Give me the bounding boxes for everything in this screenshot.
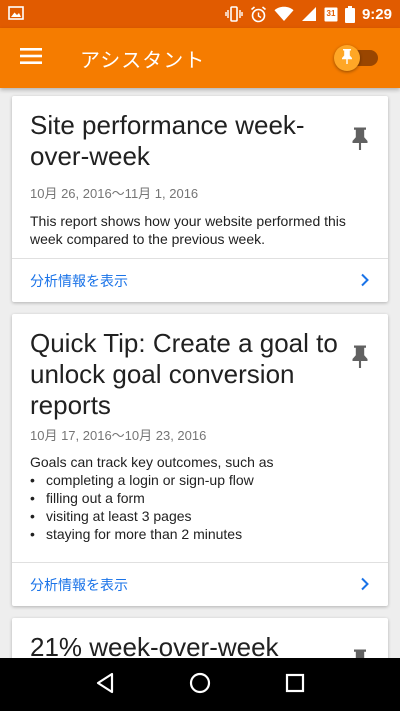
- card-date-range: 10月 26, 2016〜11月 1, 2016: [30, 186, 199, 201]
- card-description: Goals can track key outcomes, such as co…: [30, 453, 370, 543]
- system-navigation-bar: [0, 658, 400, 711]
- signal-icon: [301, 6, 317, 22]
- card-date-range: 10月 17, 2016〜10月 23, 2016: [30, 428, 207, 443]
- card-title: Quick Tip: Create a goal to unlock goal …: [30, 328, 338, 420]
- calendar-badge-date: 31: [326, 9, 336, 18]
- tip-bullet-list: completing a login or sign-up flow filli…: [30, 471, 370, 543]
- insight-card: Site performance week-over-week 10月 26, …: [12, 96, 388, 302]
- insight-card: Quick Tip: Create a goal to unlock goal …: [12, 314, 388, 606]
- pin-card-button[interactable]: [350, 344, 370, 368]
- card-title: Site performance week-over-week: [30, 110, 305, 171]
- card-body-intro: Goals can track key outcomes, such as: [30, 454, 274, 470]
- gallery-notification-icon: [8, 5, 24, 24]
- home-circle-icon: [189, 672, 211, 698]
- pin-card-button[interactable]: [350, 126, 370, 150]
- insights-feed[interactable]: Site performance week-over-week 10月 26, …: [0, 88, 400, 658]
- menu-button[interactable]: [0, 28, 62, 88]
- pin-icon: [341, 48, 353, 68]
- recents-square-icon: [285, 673, 305, 697]
- pin-card-button[interactable]: [350, 648, 370, 658]
- card-description: This report shows how your website perfo…: [30, 213, 346, 247]
- status-bar: 31 9:29: [0, 0, 400, 28]
- pin-icon: [350, 345, 370, 372]
- view-insight-label: 分析情報を表示: [30, 578, 128, 594]
- vibrate-icon: [225, 6, 243, 22]
- list-item: completing a login or sign-up flow: [30, 471, 370, 489]
- list-item: visiting at least 3 pages: [30, 507, 370, 525]
- chevron-right-icon: [360, 576, 370, 595]
- pinned-filter-toggle[interactable]: [334, 45, 380, 71]
- card-title: 21% week-over-week: [30, 632, 279, 658]
- back-button[interactable]: [85, 665, 125, 705]
- chevron-right-icon: [360, 272, 370, 291]
- view-insight-button[interactable]: 分析情報を表示: [12, 563, 388, 607]
- hamburger-menu-icon: [20, 48, 42, 68]
- alarm-icon: [250, 5, 267, 23]
- page-title: アシスタント: [80, 47, 206, 72]
- pin-icon: [350, 127, 370, 154]
- back-triangle-icon: [95, 672, 115, 698]
- list-item: staying for more than 2 minutes: [30, 525, 370, 543]
- list-item: filling out a form: [30, 489, 370, 507]
- toggle-thumb: [334, 45, 360, 71]
- calendar-badge-icon: 31: [324, 6, 338, 22]
- insight-card: 21% week-over-week: [12, 618, 388, 658]
- view-insight-label: 分析情報を表示: [30, 274, 128, 290]
- wifi-icon: [274, 6, 294, 22]
- app-bar: アシスタント: [0, 28, 400, 88]
- recents-button[interactable]: [275, 665, 315, 705]
- battery-icon: [344, 5, 355, 23]
- clock-time: 9:29: [361, 5, 392, 23]
- home-button[interactable]: [180, 665, 220, 705]
- view-insight-button[interactable]: 分析情報を表示: [12, 259, 388, 303]
